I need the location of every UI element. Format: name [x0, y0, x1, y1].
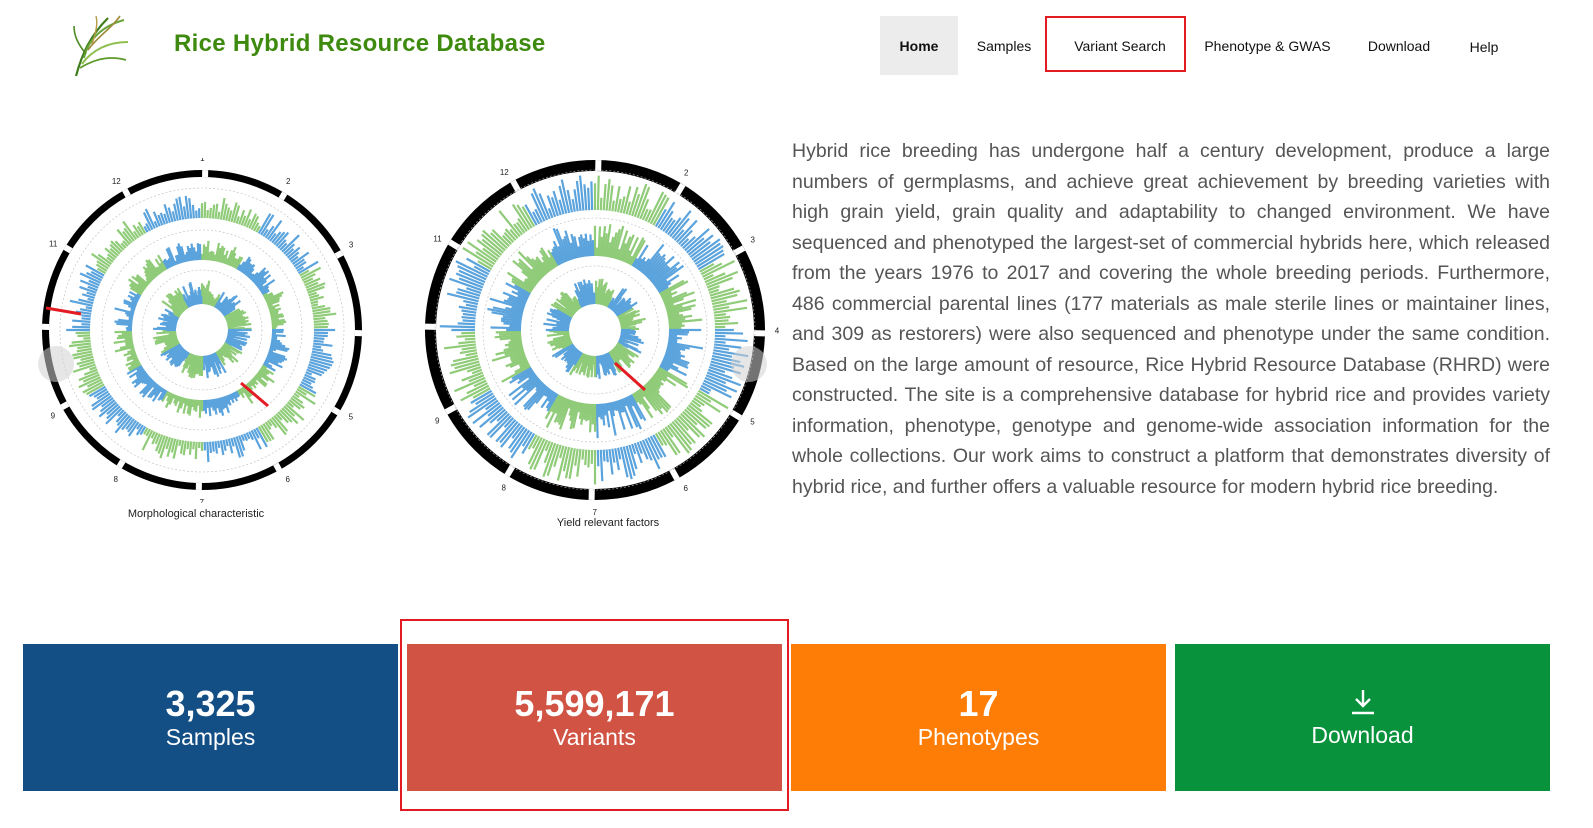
variants-tile-highlight [400, 619, 789, 811]
circos-plot-morphological: 123456789101112 [41, 158, 363, 503]
intro-text: Hybrid rice breeding has undergone half … [792, 140, 1550, 498]
stat-phenotypes-tile[interactable]: 17 Phenotypes [791, 644, 1166, 791]
chromosome-label: 3 [751, 235, 756, 244]
stat-download-label: Download [1311, 721, 1414, 748]
nav-home[interactable]: Home [880, 16, 958, 75]
chromosome-label: 2 [286, 177, 291, 186]
chromosome-label: 1 [200, 158, 205, 163]
stat-phenotypes-value: 17 [958, 682, 999, 724]
chromosome-label: 9 [51, 412, 56, 421]
chromosome-label: 12 [112, 177, 121, 186]
stat-samples-tile[interactable]: 3,325 Samples [23, 644, 398, 791]
chromosome-label: 2 [684, 169, 689, 178]
nav-samples[interactable]: Samples [958, 16, 1050, 75]
figure-caption-left: Morphological characteristic [127, 508, 265, 520]
chromosome-label: 8 [501, 483, 506, 492]
site-title[interactable]: Rice Hybrid Resource Database [174, 30, 546, 58]
chromosome-label: 12 [500, 168, 509, 177]
stat-samples-value: 3,325 [165, 682, 256, 724]
main-nav: Home Samples Variant Search Phenotype & … [880, 16, 1515, 75]
stat-samples-label: Samples [165, 723, 256, 750]
chromosome-label: 8 [114, 475, 119, 484]
figure-caption-right: Yield relevant factors [556, 517, 660, 529]
nav-phenotype-gwas[interactable]: Phenotype & GWAS [1190, 16, 1345, 75]
chromosome-label: 7 [199, 498, 204, 503]
download-icon [1351, 689, 1374, 714]
chromosome-label: 9 [435, 417, 440, 426]
chromosome-label: 5 [349, 412, 354, 421]
chromosome-label: 4 [775, 326, 780, 335]
rice-logo [73, 15, 129, 77]
stat-download-tile[interactable]: Download [1175, 644, 1550, 791]
chromosome-label: 11 [433, 235, 442, 244]
chromosome-label: 6 [286, 475, 291, 484]
stat-phenotypes-label: Phenotypes [917, 723, 1040, 750]
variant-search-highlight [1045, 16, 1186, 72]
nav-help[interactable]: Help [1453, 16, 1515, 75]
chromosome-label: 3 [349, 240, 354, 249]
carousel-prev-button[interactable] [38, 346, 74, 382]
circos-plot-yield: 123456789101112 [424, 159, 780, 517]
chromosome-label: 11 [49, 240, 58, 249]
nav-download[interactable]: Download [1345, 16, 1453, 75]
chromosome-label: 6 [683, 484, 688, 493]
chromosome-label: 7 [592, 508, 597, 517]
chromosome-label: 5 [750, 417, 755, 426]
carousel-next-button[interactable] [731, 346, 767, 382]
